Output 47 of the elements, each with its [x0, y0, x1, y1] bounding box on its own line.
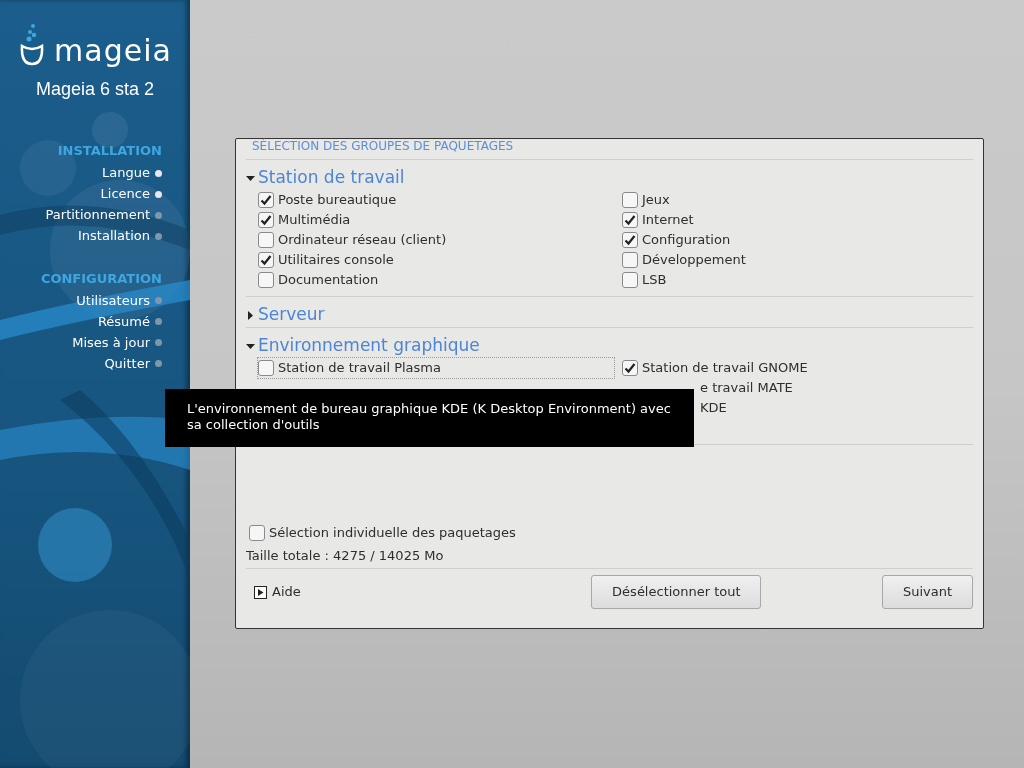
checkbox[interactable] [622, 360, 638, 376]
checkbox-label: Multimédia [278, 211, 351, 230]
checkbox[interactable] [622, 272, 638, 288]
checkbox-label: Poste bureautique [278, 191, 397, 210]
checkbox-label: e travail MATE [700, 379, 793, 398]
checkbox-label: LSB [642, 271, 667, 290]
checkbox[interactable] [622, 192, 638, 208]
step-label: Langue [102, 164, 150, 183]
help-button[interactable]: Aide [254, 582, 301, 602]
checkbox-label: Jeux [642, 191, 670, 210]
checkbox[interactable] [258, 232, 274, 248]
checkbox[interactable] [249, 525, 265, 541]
expand-icon [254, 585, 267, 599]
step-label: Licence [100, 185, 150, 204]
checkbox-label: KDE [700, 399, 727, 418]
deselect-all-button[interactable]: Désélectionner tout [591, 575, 762, 609]
step-label: Quitter [104, 354, 150, 373]
next-button[interactable]: Suivant [882, 575, 973, 609]
checkbox[interactable] [622, 252, 638, 268]
checkbox[interactable] [258, 252, 274, 268]
checkbox[interactable] [258, 272, 274, 288]
step-label: Résumé [97, 312, 150, 331]
step-label: Mises à jour [72, 333, 150, 352]
checkbox-label: Internet [642, 211, 694, 230]
step-label: Partitionnement [45, 206, 150, 225]
checkbox-label: Sélection individuelle des paquetages [269, 524, 516, 543]
tooltip: L'environnement de bureau graphique KDE (K Desktop Environment) avec sa collection d'outils [165, 389, 694, 447]
checkbox[interactable] [258, 192, 274, 208]
checkbox[interactable] [258, 212, 274, 228]
dialog-title: SÉLECTION DES GROUPES DE PAQUETAGES [252, 139, 515, 153]
version-title: Mageia 6 sta 2 [34, 78, 156, 101]
checkbox-label: Utilitaires console [278, 251, 394, 270]
step-label: Installation [78, 227, 150, 246]
logo-text: mageia [54, 36, 172, 66]
checkbox-label: Configuration [642, 231, 731, 250]
checkbox-label: Documentation [278, 271, 379, 290]
checkbox[interactable] [622, 212, 638, 228]
checkbox-label: Développement [642, 251, 746, 270]
checkbox-label: Station de travail GNOME [642, 359, 808, 378]
checkbox-label: Ordinateur réseau (client) [278, 231, 447, 250]
section-heading: CONFIGURATION [39, 269, 163, 288]
step-label: Utilisateurs [76, 291, 150, 310]
checkbox[interactable] [258, 360, 274, 376]
checkbox[interactable] [622, 232, 638, 248]
section-heading: INSTALLATION [56, 142, 163, 160]
total-size-text: Taille totale : 4275 / 14025 Mo [246, 547, 445, 565]
checkbox-label: Station de travail Plasma [278, 359, 441, 378]
